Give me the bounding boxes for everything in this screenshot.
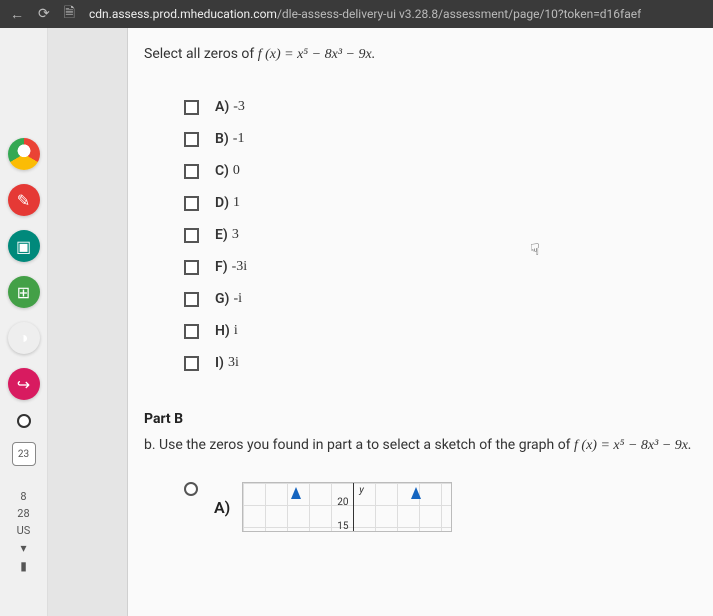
checkbox-i[interactable]	[184, 356, 199, 371]
app-icon-red[interactable]: ✎	[8, 184, 40, 216]
option-a[interactable]: A) -3	[184, 99, 693, 115]
day-indicator: 23	[12, 442, 36, 466]
radio-a[interactable]	[184, 482, 198, 496]
wifi-icon: ▾	[20, 541, 26, 555]
curve-arrow-1	[291, 487, 301, 499]
app-icon-pink[interactable]: ↪	[8, 368, 40, 400]
indicator-num-1: 8	[20, 490, 26, 503]
checkbox-b[interactable]	[184, 132, 199, 147]
chrome-app-icon[interactable]	[8, 138, 40, 170]
option-g[interactable]: G) -i	[184, 291, 693, 307]
y-axis-label: y	[359, 485, 364, 496]
checkbox-c[interactable]	[184, 164, 199, 179]
locale-indicator: US	[17, 524, 31, 537]
option-i[interactable]: I) 3i	[184, 355, 693, 371]
site-info-icon[interactable]: 🗎	[64, 2, 75, 26]
app-icon-green[interactable]: ⊞	[8, 276, 40, 308]
option-e[interactable]: E) 3	[184, 227, 693, 243]
app-icon-gray[interactable]: ◑	[8, 322, 40, 354]
tick-20: 20	[337, 497, 348, 508]
indicator-num-2: 28	[17, 507, 29, 520]
option-c[interactable]: C) 0	[184, 163, 693, 179]
graph-option-a-label: A)	[214, 498, 230, 517]
curve-arrow-2	[411, 487, 421, 499]
url-display: cdn.assess.prod.mheducation.com/dle-asse…	[89, 7, 641, 21]
question-prompt: Select all zeros of f (x) = x⁵ − 8x³ − 9…	[144, 46, 693, 63]
checkbox-g[interactable]	[184, 292, 199, 307]
graph-option-a[interactable]: A) y 20 15	[184, 482, 693, 532]
part-b-title: Part B	[144, 411, 693, 427]
part-b-section: Part B b. Use the zeros you found in par…	[144, 411, 693, 532]
option-f[interactable]: F) -3i	[184, 259, 693, 275]
y-axis	[353, 483, 354, 531]
checkbox-a[interactable]	[184, 100, 199, 115]
left-gutter	[48, 28, 128, 616]
checkbox-d[interactable]	[184, 196, 199, 211]
option-b[interactable]: B) -1	[184, 131, 693, 147]
option-h[interactable]: H) i	[184, 323, 693, 339]
graph-a: y 20 15	[242, 482, 452, 532]
part-b-prompt: b. Use the zeros you found in part a to …	[144, 437, 693, 454]
tick-15: 15	[337, 521, 348, 532]
status-dot-icon	[17, 414, 31, 428]
back-icon[interactable]: ←	[10, 6, 24, 23]
checkbox-f[interactable]	[184, 260, 199, 275]
os-taskbar: ✎ ▣ ⊞ ◑ ↪ 23 8 28 US ▾ ▮	[0, 28, 48, 616]
battery-icon: ▮	[20, 559, 27, 573]
browser-address-bar: ← ⟳ 🗎 cdn.assess.prod.mheducation.com/dl…	[0, 0, 713, 28]
content-area: Select all zeros of f (x) = x⁵ − 8x³ − 9…	[48, 28, 713, 616]
answer-options: A) -3 B) -1 C) 0 D) 1 E) 3	[184, 99, 693, 371]
reload-icon[interactable]: ⟳	[38, 6, 50, 22]
checkbox-e[interactable]	[184, 228, 199, 243]
app-icon-teal[interactable]: ▣	[8, 230, 40, 262]
checkbox-h[interactable]	[184, 324, 199, 339]
option-d[interactable]: D) 1	[184, 195, 693, 211]
assessment-page: Select all zeros of f (x) = x⁵ − 8x³ − 9…	[128, 28, 713, 616]
